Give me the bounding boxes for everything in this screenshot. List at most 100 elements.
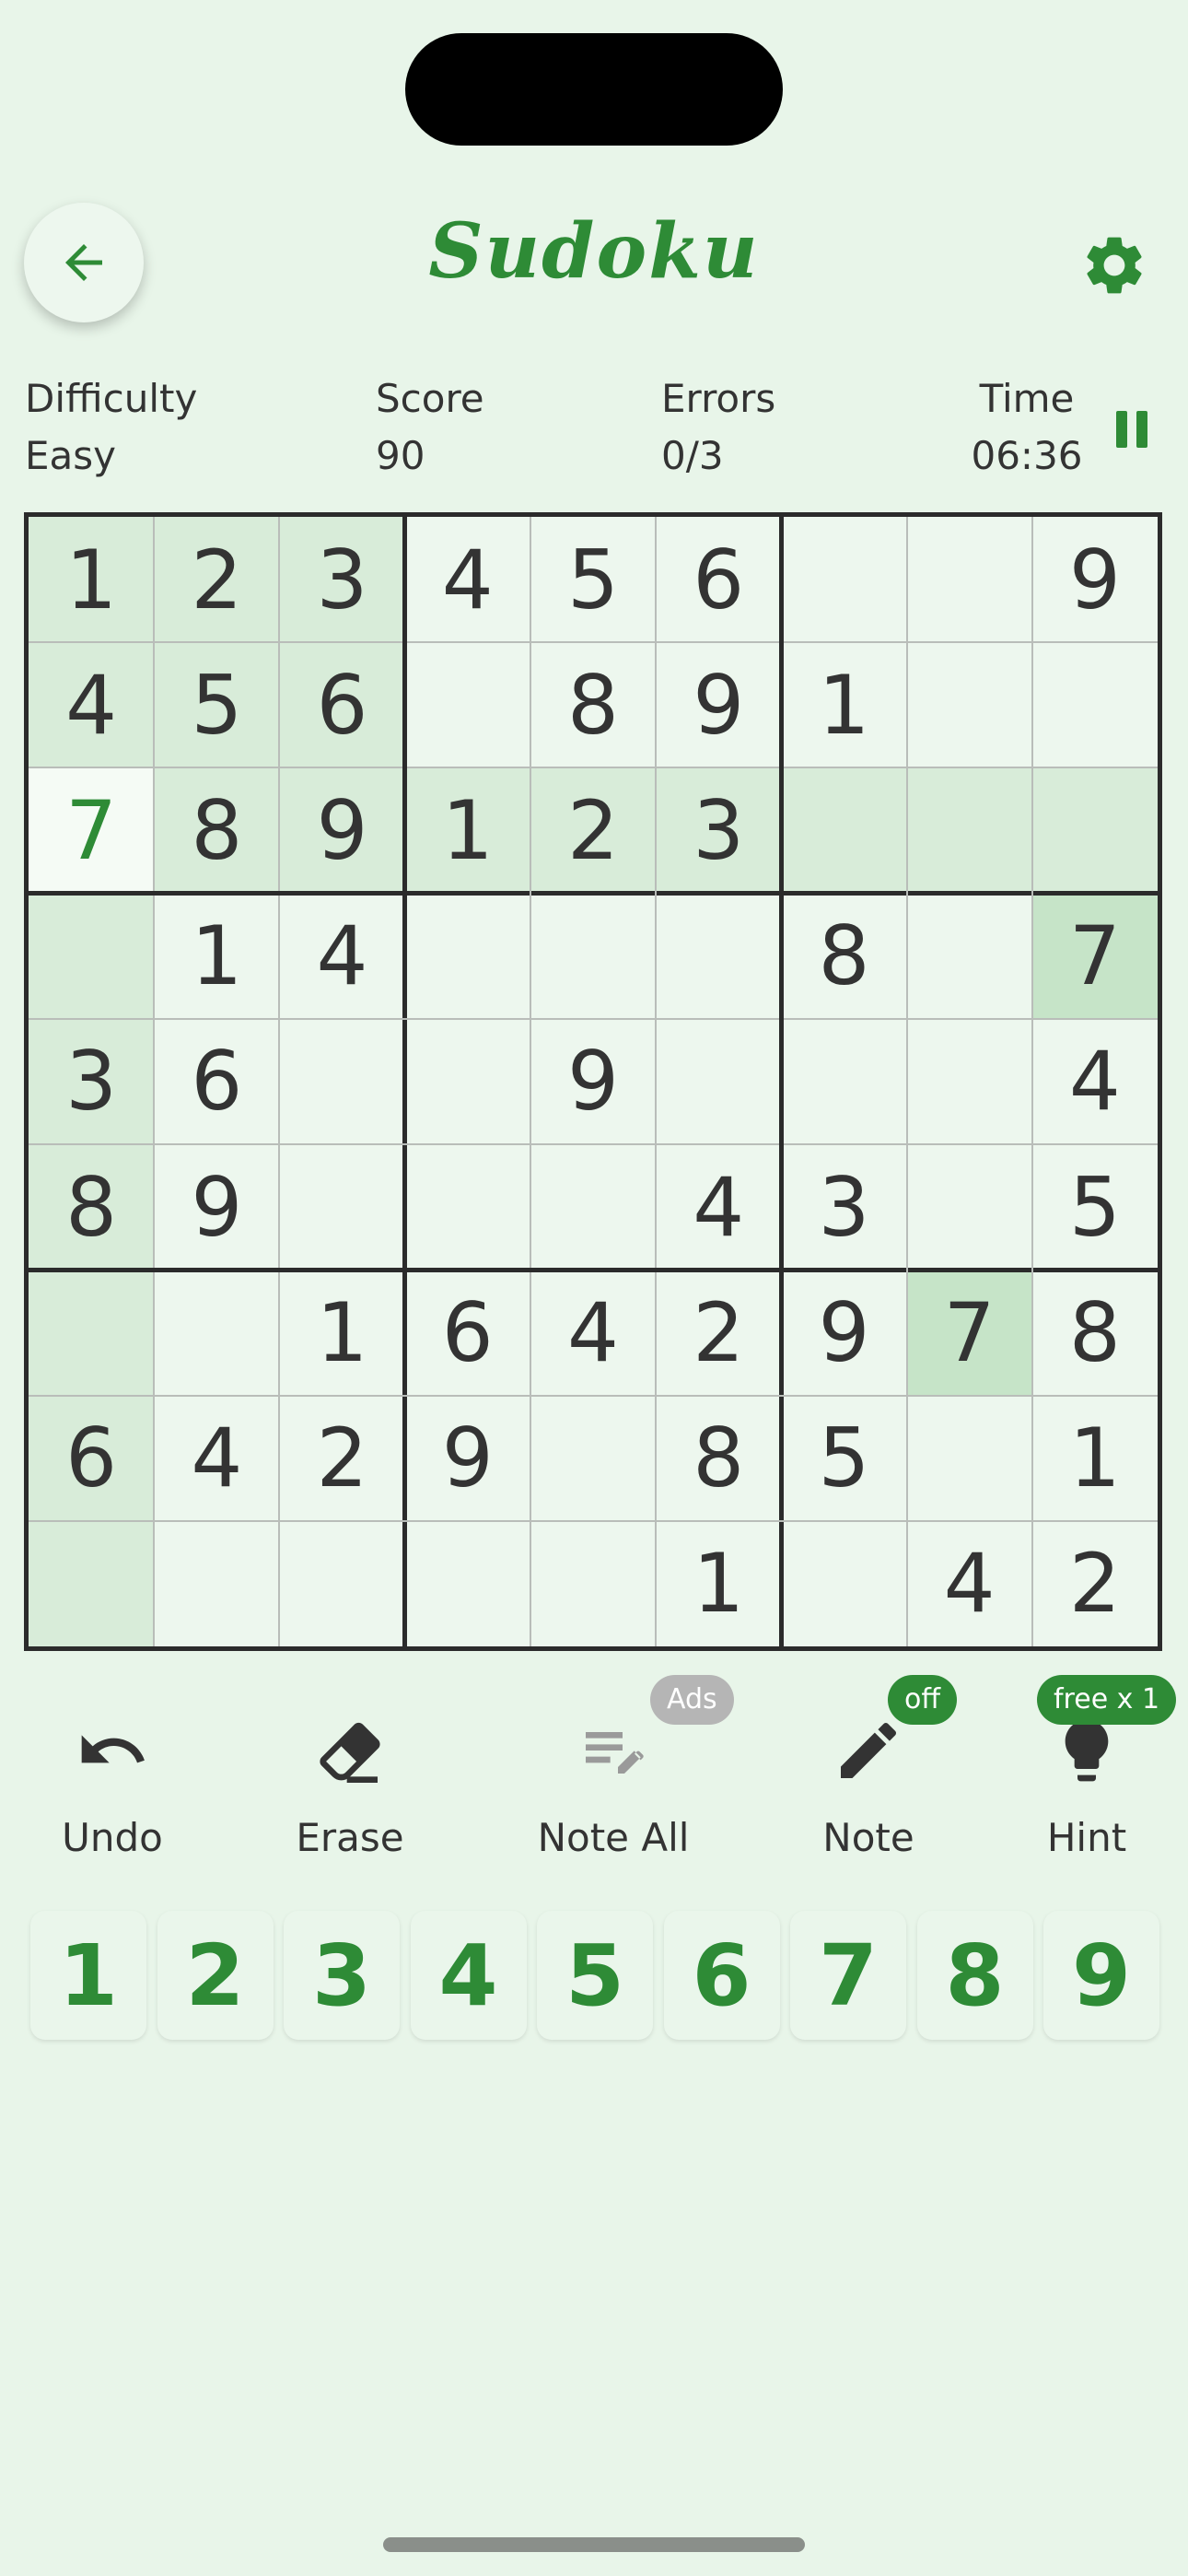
pause-icon[interactable] (1116, 411, 1149, 448)
board-cell[interactable] (656, 893, 782, 1019)
board-cell[interactable] (781, 767, 907, 894)
board-cell[interactable]: 1 (279, 1270, 405, 1396)
board-cell[interactable]: 2 (154, 517, 280, 643)
board-cell[interactable]: 8 (29, 1144, 155, 1270)
board-cell[interactable] (279, 1144, 405, 1270)
time-stat: Time 06:36 (958, 370, 1096, 485)
board-cell[interactable] (781, 1520, 907, 1646)
board-cell[interactable]: 2 (656, 1270, 782, 1396)
board-cell[interactable] (404, 1018, 530, 1145)
board-cell[interactable] (781, 517, 907, 643)
board-cell[interactable]: 3 (279, 517, 405, 643)
board-cell[interactable] (530, 893, 657, 1019)
board-cell[interactable]: 3 (29, 1018, 155, 1145)
board-cell[interactable]: 1 (1031, 1395, 1158, 1521)
grid-line (529, 517, 531, 1646)
note-all-label: Note All (537, 1815, 690, 1860)
board-cell[interactable]: 7 (29, 767, 155, 894)
number-button[interactable]: 5 (537, 1911, 653, 2040)
board-cell[interactable]: 9 (154, 1144, 280, 1270)
number-button[interactable]: 9 (1043, 1911, 1159, 2040)
number-button[interactable]: 3 (284, 1911, 400, 2040)
gear-icon[interactable] (1079, 230, 1149, 300)
number-button[interactable]: 7 (790, 1911, 906, 2040)
undo-button[interactable]: Undo (11, 1695, 214, 1861)
board-cell[interactable]: 6 (656, 517, 782, 643)
board-cell[interactable]: 8 (1031, 1270, 1158, 1396)
board-cell[interactable]: 8 (656, 1395, 782, 1521)
board-cell[interactable] (906, 1018, 1032, 1145)
board-cell[interactable]: 8 (154, 767, 280, 894)
board-cell[interactable] (29, 893, 155, 1019)
board-cell[interactable] (404, 1144, 530, 1270)
board-cell[interactable]: 2 (279, 1395, 405, 1521)
time-value: 06:36 (971, 433, 1083, 478)
board-cell[interactable]: 4 (530, 1270, 657, 1396)
board-cell[interactable] (279, 1018, 405, 1145)
board-cell[interactable] (1031, 642, 1158, 768)
board-cell[interactable] (530, 1144, 657, 1270)
number-button[interactable]: 1 (30, 1911, 146, 2040)
number-button[interactable]: 4 (410, 1911, 527, 2040)
board-cell[interactable]: 1 (781, 642, 907, 768)
board-cell[interactable] (154, 1270, 280, 1396)
board-cell[interactable] (154, 1520, 280, 1646)
board-cell[interactable]: 8 (530, 642, 657, 768)
board-cell[interactable]: 4 (404, 517, 530, 643)
board-cell[interactable]: 4 (154, 1395, 280, 1521)
board-cell[interactable] (906, 1144, 1032, 1270)
board-cell[interactable]: 9 (279, 767, 405, 894)
board-cell[interactable]: 9 (656, 642, 782, 768)
board-cell[interactable]: 1 (404, 767, 530, 894)
board-cell[interactable]: 9 (404, 1395, 530, 1521)
board-cell[interactable] (404, 893, 530, 1019)
number-button[interactable]: 2 (157, 1911, 274, 2040)
board-cell[interactable] (906, 642, 1032, 768)
board-cell[interactable]: 9 (1031, 517, 1158, 643)
board-cell[interactable] (29, 1270, 155, 1396)
board-cell[interactable]: 1 (29, 517, 155, 643)
number-button[interactable]: 6 (663, 1911, 780, 2040)
board-cell[interactable]: 7 (906, 1270, 1032, 1396)
board-cell[interactable]: 5 (781, 1395, 907, 1521)
board-cell[interactable]: 5 (1031, 1144, 1158, 1270)
board-cell[interactable] (404, 1520, 530, 1646)
board-cell[interactable]: 3 (781, 1144, 907, 1270)
board-cell[interactable] (29, 1520, 155, 1646)
board-cell[interactable]: 9 (530, 1018, 657, 1145)
board-cell[interactable]: 6 (404, 1270, 530, 1396)
board-cell[interactable]: 4 (29, 642, 155, 768)
board-cell[interactable] (1031, 767, 1158, 894)
board-cell[interactable] (530, 1520, 657, 1646)
board-cell[interactable] (404, 642, 530, 768)
board-cell[interactable]: 4 (906, 1520, 1032, 1646)
board-cell[interactable]: 1 (154, 893, 280, 1019)
board-cell[interactable]: 2 (530, 767, 657, 894)
board-cell[interactable]: 5 (154, 642, 280, 768)
board-cell[interactable] (530, 1395, 657, 1521)
board-cell[interactable]: 9 (781, 1270, 907, 1396)
erase-button[interactable]: Erase (249, 1695, 451, 1861)
board-cell[interactable] (279, 1520, 405, 1646)
board-cell[interactable] (906, 517, 1032, 643)
board-cell[interactable]: 4 (279, 893, 405, 1019)
ads-badge: Ads (650, 1675, 734, 1725)
board-cell[interactable]: 2 (1031, 1520, 1158, 1646)
board-cell[interactable]: 5 (530, 517, 657, 643)
board-cell[interactable]: 8 (781, 893, 907, 1019)
note-label: Note (822, 1815, 914, 1860)
board-cell[interactable]: 1 (656, 1520, 782, 1646)
board-cell[interactable]: 4 (656, 1144, 782, 1270)
board-cell[interactable]: 3 (656, 767, 782, 894)
board-cell[interactable]: 6 (154, 1018, 280, 1145)
board-cell[interactable]: 6 (29, 1395, 155, 1521)
board-cell[interactable]: 4 (1031, 1018, 1158, 1145)
board-cell[interactable] (781, 1018, 907, 1145)
board-cell[interactable] (906, 893, 1032, 1019)
board-cell[interactable]: 7 (1031, 893, 1158, 1019)
board-cell[interactable] (906, 767, 1032, 894)
number-button[interactable]: 8 (916, 1911, 1033, 2040)
board-cell[interactable] (656, 1018, 782, 1145)
board-cell[interactable]: 6 (279, 642, 405, 768)
board-cell[interactable] (906, 1395, 1032, 1521)
